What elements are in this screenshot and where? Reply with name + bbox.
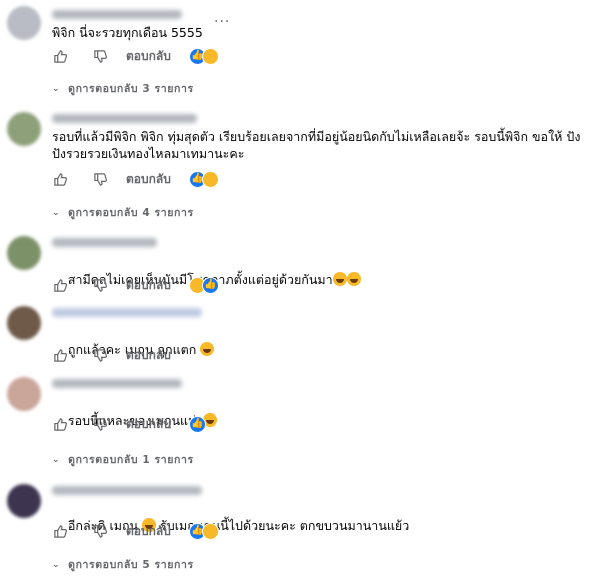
dislike-icon[interactable] xyxy=(92,416,108,432)
dislike-icon[interactable] xyxy=(92,347,108,363)
avatar[interactable] xyxy=(7,377,41,411)
avatar[interactable] xyxy=(7,484,41,518)
like-icon[interactable] xyxy=(52,171,68,187)
commenter-name-blurred[interactable] xyxy=(52,308,202,317)
like-icon[interactable] xyxy=(52,347,68,363)
haha-reaction-icon xyxy=(201,522,219,540)
comment-actions: ตอบกลับ 👍 xyxy=(52,415,206,433)
reply-button[interactable]: ตอบกลับ xyxy=(126,415,171,434)
comment-actions: ตอบกลับ 👍 xyxy=(52,47,219,65)
chevron-down-icon: ⌄ xyxy=(52,454,61,465)
avatar[interactable] xyxy=(7,236,41,270)
comment-text: พิจิก นี่จะรวยทุกเดือน 5555 xyxy=(52,25,203,40)
reaction-summary[interactable]: 👍 xyxy=(188,276,219,294)
reply-button[interactable]: ตอบกลับ xyxy=(126,346,171,365)
view-replies-label: ดูการตอบกลับ 4 รายการ xyxy=(68,207,194,219)
commenter-name-blurred[interactable] xyxy=(52,114,197,123)
dislike-icon[interactable] xyxy=(92,523,108,539)
dislike-icon[interactable] xyxy=(92,277,108,293)
chevron-down-icon: ⌄ xyxy=(52,559,61,570)
reply-button[interactable]: ตอบกลับ xyxy=(126,47,171,66)
view-replies-button[interactable]: ⌄ ดูการตอบกลับ 4 รายการ xyxy=(52,204,194,221)
view-replies-button[interactable]: ⌄ ดูการตอบกลับ 1 รายการ xyxy=(52,451,194,468)
haha-reaction-icon xyxy=(201,170,219,188)
reply-button[interactable]: ตอบกลับ xyxy=(126,522,171,541)
view-replies-button[interactable]: ⌄ ดูการตอบกลับ 5 รายการ xyxy=(52,556,194,573)
chevron-down-icon: ⌄ xyxy=(52,207,61,218)
reaction-summary[interactable]: 👍 xyxy=(188,522,219,540)
rolling-laughing-emoji xyxy=(200,342,215,356)
avatar[interactable] xyxy=(7,306,41,340)
comment-text: รอบที่แล้วมีพิจิก พิจิก ทุ่มสุดตัว เรียบ… xyxy=(52,129,581,161)
reaction-summary[interactable]: 👍 xyxy=(188,47,219,65)
like-icon[interactable] xyxy=(52,277,68,293)
chevron-down-icon: ⌄ xyxy=(52,83,61,94)
avatar[interactable] xyxy=(7,112,41,146)
commenter-name-blurred[interactable] xyxy=(52,379,182,388)
view-replies-label: ดูการตอบกลับ 3 รายการ xyxy=(68,83,194,95)
dislike-icon[interactable] xyxy=(92,171,108,187)
rolling-laughing-emoji xyxy=(346,272,361,286)
commenter-name-blurred[interactable] xyxy=(52,486,202,495)
commenter-name-blurred[interactable] xyxy=(52,238,157,247)
like-icon[interactable] xyxy=(52,523,68,539)
dislike-icon[interactable] xyxy=(92,48,108,64)
reply-button[interactable]: ตอบกลับ xyxy=(126,170,171,189)
reply-button[interactable]: ตอบกลับ xyxy=(126,276,171,295)
view-replies-button[interactable]: ⌄ ดูการตอบกลับ 3 รายการ xyxy=(52,80,194,97)
view-replies-label: ดูการตอบกลับ 1 รายการ xyxy=(68,454,194,466)
view-replies-label: ดูการตอบกลับ 5 รายการ xyxy=(68,559,194,571)
avatar[interactable] xyxy=(7,6,41,40)
haha-reaction-icon xyxy=(201,47,219,65)
comment-actions: ตอบกลับ 👍 xyxy=(52,522,219,540)
like-reaction-icon: 👍 xyxy=(201,276,219,294)
commenter-name-blurred[interactable] xyxy=(52,10,182,19)
comment-actions: ตอบกลับ xyxy=(52,346,171,364)
like-icon[interactable] xyxy=(52,416,68,432)
laughing-face-emoji xyxy=(332,272,347,286)
comment-actions: ตอบกลับ 👍 xyxy=(52,170,219,188)
like-reaction-icon: 👍 xyxy=(188,415,206,433)
reaction-summary[interactable]: 👍 xyxy=(188,415,206,433)
reaction-summary[interactable]: 👍 xyxy=(188,170,219,188)
comment-actions: ตอบกลับ 👍 xyxy=(52,276,219,294)
like-icon[interactable] xyxy=(52,48,68,64)
